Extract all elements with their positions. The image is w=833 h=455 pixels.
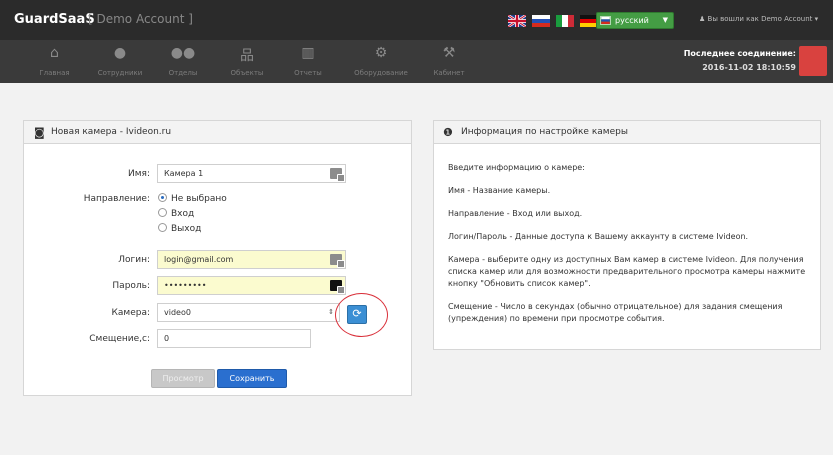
caret-down-icon: ▾ <box>814 15 819 23</box>
user-icon: ● <box>113 45 127 61</box>
password-key-icon <box>330 280 345 294</box>
info-line: Камера - выберите одну из доступных Вам … <box>448 255 806 288</box>
panel-header: ◙ Новая камера - Ivideon.ru <box>24 121 411 144</box>
highlight-circle <box>335 293 388 337</box>
info-icon: ❶ <box>443 126 453 139</box>
nav-item-label: Кабинет <box>433 69 465 77</box>
radio-icon <box>158 208 167 217</box>
offset-label: Смещение,с: <box>89 334 150 344</box>
uk-flag-icon[interactable] <box>508 15 526 27</box>
sitemap-icon: 品 <box>240 48 254 64</box>
nav-item-departments[interactable]: ●● Отделы <box>160 40 206 83</box>
camera-label: Камера: <box>111 308 151 318</box>
info-line: Смещение - Число в секундах (обычно отри… <box>448 302 783 323</box>
ru-flag-icon[interactable] <box>532 15 550 27</box>
password-label: Пароль: <box>112 281 150 291</box>
panel-title: Информация по настройке камеры <box>461 127 628 137</box>
login-input[interactable]: login@gmail.com <box>157 250 346 269</box>
save-button[interactable]: Сохранить <box>217 369 287 388</box>
direction-option-none[interactable]: Не выбрано <box>158 193 227 204</box>
nav-item-label: Главная <box>39 69 70 77</box>
chart-icon: ▥ <box>301 45 315 61</box>
login-label: Логин: <box>118 255 150 265</box>
password-input[interactable]: ••••••••• <box>157 276 346 295</box>
home-icon: ⌂ <box>50 45 59 61</box>
nav-item-label: Отделы <box>168 69 198 77</box>
offset-input[interactable]: 0 <box>157 329 311 348</box>
nav-item-objects[interactable]: 品 Объекты <box>222 40 272 83</box>
gears-icon: ⚙ <box>374 45 388 61</box>
user-menu[interactable]: ♟ Вы вошли как Demo Account ▾ <box>699 15 818 23</box>
info-line: Направление - Вход или выход. <box>448 209 583 218</box>
nav-item-employees[interactable]: ● Сотрудники <box>92 40 148 83</box>
ru-mini-flag-icon <box>600 16 611 25</box>
radio-icon <box>158 223 167 232</box>
info-line: Логин/Пароль - Данные доступа к Вашему а… <box>448 232 749 241</box>
group-icon: ●● <box>170 45 196 61</box>
language-flags <box>508 15 598 27</box>
preview-button[interactable]: Просмотр <box>151 369 215 388</box>
main-navigation: ⌂ Главная ● Сотрудники ●● Отделы 品 Объек… <box>0 40 833 83</box>
wrench-icon: ⚒ <box>442 45 456 61</box>
nav-item-equipment[interactable]: ⚙ Оборудование <box>345 40 417 83</box>
camera-select-value: video0 <box>164 308 191 317</box>
direction-option-label: Не выбрано <box>171 194 227 204</box>
direction-option-entry[interactable]: Вход <box>158 208 194 219</box>
connection-status-indicator <box>799 46 827 76</box>
chevron-down-icon: ▼ <box>662 16 668 24</box>
password-input-value: ••••••••• <box>164 281 207 290</box>
radio-selected-icon <box>158 193 167 202</box>
nav-item-label: Объекты <box>230 69 264 77</box>
name-input[interactable]: Камера 1 <box>157 164 346 183</box>
info-line: Имя - Название камеры. <box>448 186 551 195</box>
nav-item-label: Оборудование <box>354 69 408 77</box>
offset-input-value: 0 <box>164 334 170 343</box>
nav-item-cabinet[interactable]: ⚒ Кабинет <box>426 40 472 83</box>
account-name: [ Demo Account ] <box>88 12 193 26</box>
brand-logo[interactable]: GuardSaaS <box>14 12 95 27</box>
direction-option-label: Вход <box>171 209 195 219</box>
nav-item-home[interactable]: ⌂ Главная <box>32 40 77 83</box>
login-input-value: login@gmail.com <box>164 255 234 264</box>
top-bar: GuardSaaS [ Demo Account ] русский ▼ ♟ В… <box>0 0 833 40</box>
language-select[interactable]: русский ▼ <box>596 12 674 29</box>
direction-option-exit[interactable]: Выход <box>158 223 201 234</box>
direction-label: Направление: <box>83 194 150 204</box>
name-input-value: Камера 1 <box>164 169 204 178</box>
dropdown-arrow-icon: ⇕ <box>328 308 334 316</box>
panel-title: Новая камера - Ivideon.ru <box>51 127 172 137</box>
contact-card-icon <box>330 168 345 182</box>
connection-time: 2016-11-02 18:10:59 <box>702 63 796 72</box>
contact-card-icon <box>330 254 345 268</box>
name-label: Имя: <box>128 169 150 179</box>
info-line: Введите информацию о камере: <box>448 163 585 172</box>
camera-icon: ◙ <box>34 126 45 139</box>
camera-select[interactable]: video0 ⇕ <box>157 303 340 322</box>
connection-label: Последнее соединение: <box>683 49 796 58</box>
panel-header: ❶ Информация по настройке камеры <box>434 121 820 144</box>
nav-item-label: Отчеты <box>294 69 322 77</box>
it-flag-icon[interactable] <box>556 15 574 27</box>
nav-item-label: Сотрудники <box>97 69 143 77</box>
user-menu-label: Вы вошли как Demo Account <box>707 15 813 23</box>
language-select-value: русский <box>615 16 649 25</box>
nav-item-reports[interactable]: ▥ Отчеты <box>287 40 329 83</box>
direction-option-label: Выход <box>171 224 202 234</box>
user-icon: ♟ <box>699 15 706 23</box>
